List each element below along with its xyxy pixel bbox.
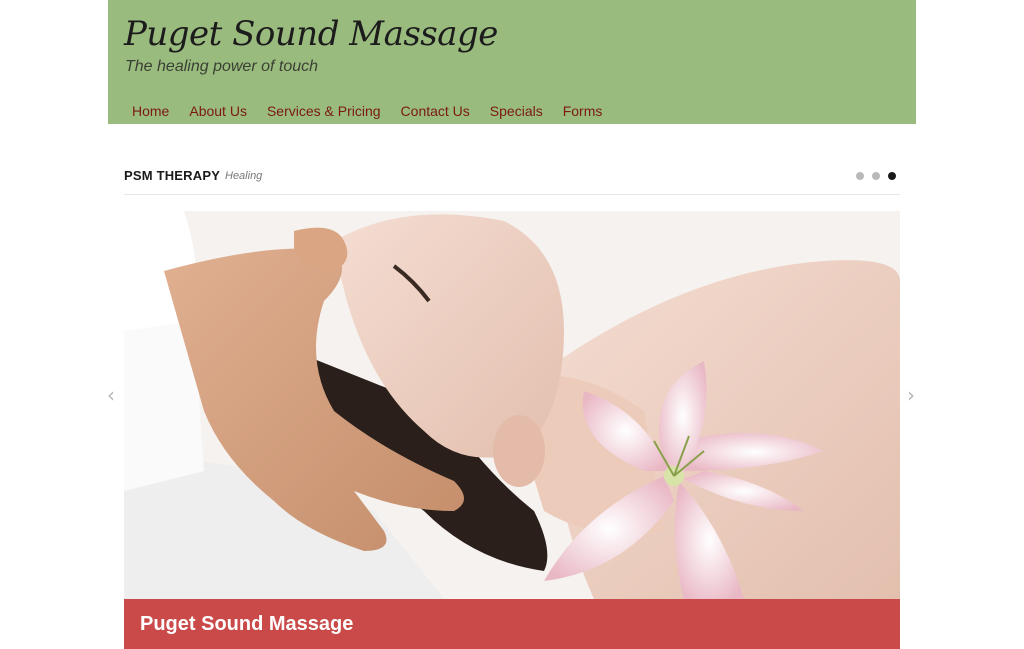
nav-item-services-pricing[interactable]: Services & Pricing	[267, 103, 381, 119]
nav-item-specials[interactable]: Specials	[490, 103, 543, 119]
nav-item-contact-us[interactable]: Contact Us	[401, 103, 470, 119]
caption-bar: Puget Sound Massage	[124, 599, 900, 649]
slider-dot-3[interactable]	[888, 172, 896, 180]
page: Puget Sound Massage The healing power of…	[0, 0, 1024, 649]
chevron-left-icon[interactable]: ‹	[104, 385, 118, 405]
nav-item-forms[interactable]: Forms	[563, 103, 603, 119]
slider-pagination	[856, 172, 896, 180]
massage-photo	[124, 211, 900, 649]
slider-label: PSM THERAPY	[124, 168, 221, 183]
site-title[interactable]: Puget Sound Massage	[124, 14, 498, 54]
main-nav: Home About Us Services & Pricing Contact…	[132, 103, 622, 119]
slider-heading: PSM THERAPY Healing	[124, 168, 900, 195]
slider-dot-2[interactable]	[872, 172, 880, 180]
nav-item-home[interactable]: Home	[132, 103, 169, 119]
slide-caption[interactable]: Puget Sound Massage	[140, 613, 353, 636]
slider-sublabel: Healing	[225, 170, 263, 182]
site-tagline: The healing power of touch	[125, 58, 319, 75]
slide-image: Puget Sound Massage	[124, 211, 900, 649]
nav-item-about-us[interactable]: About Us	[189, 103, 247, 119]
site-header: Puget Sound Massage The healing power of…	[108, 0, 916, 124]
chevron-right-icon[interactable]: ›	[904, 385, 918, 405]
slider-dot-1[interactable]	[856, 172, 864, 180]
